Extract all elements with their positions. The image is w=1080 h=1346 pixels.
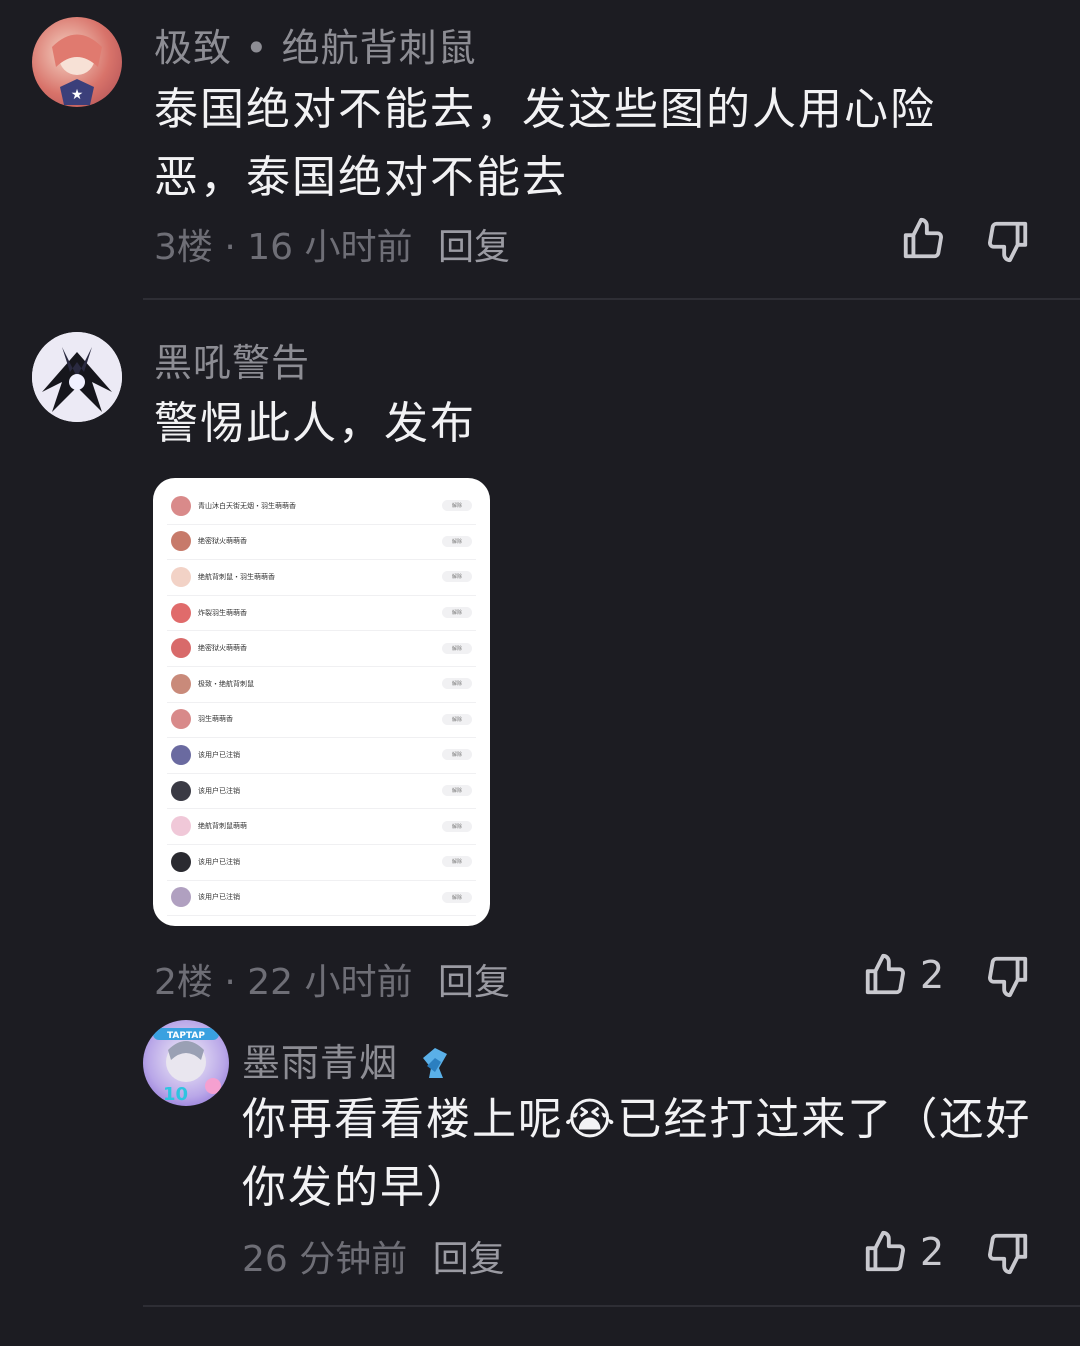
svg-text:10: 10: [163, 1084, 188, 1105]
blocked-user-row: 该用户已注销 解除: [167, 773, 476, 810]
blocked-user-name: 绝航背刺鼠・羽生萌萌香: [198, 572, 275, 581]
blocked-user-row: 青山沐白天街无烟・羽生萌萌香 解除: [167, 488, 476, 525]
avatar: [171, 851, 191, 872]
dislike-button[interactable]: [985, 218, 1031, 264]
avatar: [171, 566, 191, 587]
thumbs-down-icon: [988, 221, 1028, 263]
reply-username[interactable]: 墨雨青烟: [242, 1032, 451, 1087]
blocked-user-row: 炸裂羽生萌萌香 解除: [167, 595, 476, 632]
blocked-user-row: 绝航背刺鼠・羽生萌萌香 解除: [167, 559, 476, 596]
dislike-button[interactable]: [985, 953, 1031, 999]
avatar[interactable]: ★: [32, 17, 122, 107]
blocked-user-name: 该用户已注销: [198, 893, 240, 902]
blocked-user-name: 绝密狱火萌萌香: [198, 644, 247, 653]
avatar: [171, 638, 191, 659]
like-count: 2: [920, 953, 945, 997]
floor-number: 3楼: [154, 227, 213, 268]
comment-username[interactable]: 极致 • 绝航背刺鼠: [154, 17, 477, 72]
blocked-user-name: 该用户已注销: [198, 857, 240, 866]
divider: [143, 298, 1080, 300]
blocked-user-row: 绝密狱火萌萌香 解除: [167, 524, 476, 561]
svg-text:★: ★: [71, 87, 84, 103]
reply-meta: 26 分钟前 回复: [242, 1230, 505, 1282]
unblock-button: 解除: [442, 856, 472, 868]
timestamp: 22 小时前: [247, 962, 413, 1003]
like-button[interactable]: [900, 216, 946, 262]
blocked-user-row: 该用户已注销 解除: [167, 737, 476, 774]
thumbs-up-icon: [865, 953, 905, 995]
divider: [143, 1305, 1080, 1307]
comment-text: 警惕此人，发布: [154, 398, 476, 449]
reply-button[interactable]: 回复: [438, 227, 510, 268]
comment-meta: 2楼 · 22 小时前 回复: [154, 962, 510, 1003]
blocked-user-row: 羽生萌萌香 解除: [167, 702, 476, 739]
unblock-button: 解除: [442, 820, 472, 832]
timestamp: 26 分钟前: [242, 1239, 408, 1280]
like-button[interactable]: 2: [862, 952, 944, 998]
thumbs-down-icon: [988, 956, 1028, 998]
like-count: 2: [920, 1230, 945, 1274]
thumbs-up-icon: [903, 217, 943, 259]
svg-text:TAPTAP: TAPTAP: [167, 1031, 205, 1041]
unblock-button: 解除: [442, 500, 472, 512]
unblock-button: 解除: [442, 678, 472, 690]
unblock-button: 解除: [442, 713, 472, 725]
avatar: [171, 709, 191, 730]
comment-text: 泰国绝对不能去，发这些图的人用心险恶，泰国绝对不能去: [154, 84, 936, 203]
avatar: [171, 673, 191, 694]
blocked-user-row: 极致・绝航背刺鼠 解除: [167, 666, 476, 703]
like-button[interactable]: 2: [862, 1229, 944, 1275]
blocked-user-row: 该用户已注销 解除: [167, 880, 476, 917]
blocked-user-name: 该用户已注销: [198, 750, 240, 759]
blocked-user-name: 绝密狱火萌萌香: [198, 537, 247, 546]
blocked-user-name: 青山沐白天街无烟・羽生萌萌香: [198, 501, 296, 510]
avatar: [171, 780, 191, 801]
timestamp: 16 小时前: [247, 227, 413, 268]
avatar: [171, 602, 191, 623]
unblock-button: 解除: [442, 891, 472, 903]
badge-icon: [423, 1048, 448, 1078]
floor-number: 2楼: [154, 962, 213, 1003]
unblock-button: 解除: [442, 571, 472, 583]
blocked-user-name: 绝航背刺鼠萌萌: [198, 822, 247, 831]
attached-screenshot[interactable]: 青山沐白天街无烟・羽生萌萌香 解除 绝密狱火萌萌香 解除 绝航背刺鼠・羽生萌萌香 解除 炸裂…: [153, 478, 490, 926]
avatar: [171, 531, 191, 552]
avatar: [171, 816, 191, 837]
unblock-button: 解除: [442, 535, 472, 547]
blocked-user-row: 绝航背刺鼠萌萌 解除: [167, 808, 476, 845]
blocked-user-row: 绝密狱火萌萌香 解除: [167, 630, 476, 667]
blocked-user-row: 该用户已注销 解除: [167, 844, 476, 881]
unblock-button: 解除: [442, 642, 472, 654]
comment-username[interactable]: 黑吼警告: [154, 332, 310, 387]
reply-button[interactable]: 回复: [438, 962, 510, 1003]
blocked-user-name: 极致・绝航背刺鼠: [198, 679, 254, 688]
comment-meta: 3楼 · 16 小时前 回复: [154, 227, 510, 268]
avatar: [171, 495, 191, 516]
unblock-button: 解除: [442, 607, 472, 619]
thumbs-up-icon: [865, 1230, 905, 1272]
blocked-user-name: 羽生萌萌香: [198, 715, 233, 724]
reply-button[interactable]: 回复: [433, 1239, 505, 1280]
avatar[interactable]: [32, 332, 122, 422]
blocked-user-name: 炸裂羽生萌萌香: [198, 608, 247, 617]
blocked-user-name: 该用户已注销: [198, 786, 240, 795]
reply-text: 你再看看楼上呢😭已经打过来了（还好你发的早）: [242, 1094, 1032, 1213]
avatar: [171, 744, 191, 765]
avatar[interactable]: TAPTAP 10: [143, 1020, 229, 1106]
avatar: [171, 887, 191, 908]
unblock-button: 解除: [442, 785, 472, 797]
unblock-button: 解除: [442, 749, 472, 761]
dislike-button[interactable]: [985, 1230, 1031, 1276]
thumbs-down-icon: [988, 1233, 1028, 1275]
